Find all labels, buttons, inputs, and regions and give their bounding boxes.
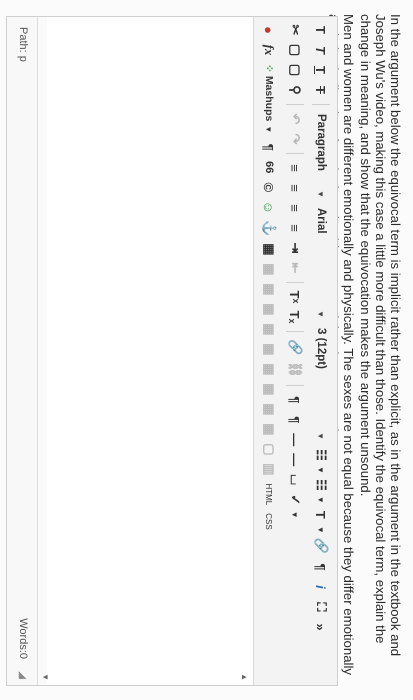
table-icon[interactable]: ▦	[259, 380, 279, 398]
paragraph-icon[interactable]: ¶	[259, 138, 279, 156]
info-icon[interactable]: i	[311, 578, 331, 596]
chevron-down-icon[interactable]: ▼	[317, 496, 326, 504]
table-icon[interactable]: ▦	[259, 260, 279, 278]
scroll-up-arrow-icon[interactable]: ▲	[240, 673, 249, 681]
copy-icon[interactable]: ▢	[285, 41, 305, 59]
paste-icon[interactable]: ▢	[285, 61, 305, 79]
rotated-page: In the argument below the equivocal term…	[0, 0, 413, 700]
editor-toolbar: T T T T Paragraph ▼ Arial ▼ 3 (12pt) ▼ ☷	[253, 17, 337, 685]
size-select[interactable]: 3 (12pt) ▼	[311, 324, 331, 444]
separator	[312, 104, 330, 105]
indent-icon[interactable]: ⇥	[285, 239, 305, 257]
align-right-icon[interactable]: ≡	[285, 199, 305, 217]
size-select-value: 3 (12pt)	[315, 328, 327, 369]
element-path: Path: p	[17, 27, 29, 62]
table-icon[interactable]: ▦	[259, 280, 279, 298]
subscript-icon[interactable]: Tₓ	[285, 308, 305, 326]
link-icon[interactable]: 🔗	[311, 536, 331, 556]
css-button[interactable]: CSS	[265, 510, 274, 532]
toolbar-row-2: ✂ ▢ ▢ ⚲ ↶ ↷ ≡ ≡ ≡ ≡ ⇥ ⇤ Tˣ Tₓ 🔗 ⛓ ¶ ¶ — …	[282, 21, 308, 681]
anchor-icon[interactable]: ⚓	[259, 218, 279, 238]
horizontal-rule-icon[interactable]: —	[285, 431, 305, 449]
text-color-icon[interactable]: T	[311, 506, 331, 524]
record-icon[interactable]: ●	[259, 21, 279, 39]
formula-icon[interactable]: fx	[259, 41, 279, 59]
font-select-value: Arial	[315, 208, 327, 234]
chevron-down-icon: ▼	[316, 432, 326, 440]
collapse-toolbar-icon[interactable]: »	[311, 618, 331, 636]
chevron-down-icon[interactable]: ▼	[291, 511, 300, 519]
emoji-icon[interactable]: ☺	[259, 198, 279, 216]
separator	[286, 153, 304, 154]
separator	[286, 331, 304, 332]
spellcheck-icon[interactable]: ✓	[285, 491, 305, 509]
italic-button[interactable]: T	[311, 41, 331, 59]
html-button[interactable]: HTML	[265, 480, 274, 508]
strikethrough-button[interactable]: T	[311, 81, 331, 99]
editor-statusbar: Path: p Words:0 ◢	[7, 17, 38, 685]
unlink-icon[interactable]: ⛓	[285, 359, 305, 380]
chevron-down-icon: ▼	[316, 190, 326, 198]
underline-button[interactable]: T	[311, 61, 331, 79]
bullet-list-icon[interactable]: ☷	[311, 446, 331, 464]
word-count: Words:0	[17, 618, 29, 659]
horizontal-line-icon[interactable]: —	[285, 451, 305, 469]
question-paragraph-1: In the argument below the equivocal term…	[358, 14, 403, 657]
redo-icon[interactable]: ↷	[285, 130, 305, 148]
format-select[interactable]: Paragraph ▼	[311, 110, 331, 202]
scroll-down-arrow-icon[interactable]: ▼	[41, 673, 50, 681]
toolbar-row-3: ● fx ⁘ Mashups ▼ ¶ 66 © ☺ ⚓ ▦ ▦ ▦ ▦ ▦ ▦ …	[256, 21, 282, 681]
copyright-icon[interactable]: ©	[259, 178, 279, 196]
bold-button[interactable]: T	[311, 21, 331, 39]
table-icon[interactable]: ▦	[259, 340, 279, 358]
nonbreaking-space-icon[interactable]: ⌴	[285, 471, 305, 489]
chevron-down-icon: ▼	[316, 310, 326, 318]
rich-text-editor: T T T T Paragraph ▼ Arial ▼ 3 (12pt) ▼ ☷	[6, 16, 338, 686]
table-icon[interactable]: ▦	[259, 360, 279, 378]
cut-icon[interactable]: ✂	[285, 21, 305, 39]
justify-icon[interactable]: ≡	[285, 219, 305, 237]
find-icon[interactable]: ⚲	[285, 81, 305, 99]
mashups-label: Mashups	[263, 75, 275, 122]
resize-grip-icon[interactable]: ◢	[17, 671, 28, 679]
frame-icon[interactable]: ▥	[259, 460, 279, 478]
rtl-icon[interactable]: ¶	[285, 411, 305, 429]
paragraph-mark-icon[interactable]: ¶	[311, 558, 331, 576]
format-select-value: Paragraph	[315, 114, 327, 171]
mashups-icon: ⁘	[263, 64, 275, 73]
font-select[interactable]: Arial ▼	[311, 204, 331, 322]
toolbar-row-1: T T T T Paragraph ▼ Arial ▼ 3 (12pt) ▼ ☷	[308, 21, 334, 681]
insert-link-icon[interactable]: 🔗	[285, 337, 305, 357]
chevron-down-icon[interactable]: ▼	[317, 526, 326, 534]
undo-icon[interactable]: ↶	[285, 110, 305, 128]
separator	[286, 282, 304, 283]
chevron-down-icon: ▼	[264, 125, 274, 134]
separator	[286, 104, 304, 105]
table-icon[interactable]: ▦	[259, 420, 279, 438]
table-icon[interactable]: ▦	[259, 320, 279, 338]
align-left-icon[interactable]: ≡	[285, 159, 305, 177]
chevron-down-icon[interactable]: ▼	[317, 466, 326, 474]
mashups-button[interactable]: ⁘ Mashups ▼	[263, 61, 275, 136]
box-icon[interactable]: ▢	[259, 440, 279, 458]
align-center-icon[interactable]: ≡	[285, 179, 305, 197]
separator	[286, 384, 304, 386]
insert-table-icon[interactable]: ▦	[259, 240, 279, 258]
ltr-icon[interactable]: ¶	[285, 391, 305, 409]
expand-icon[interactable]: ⛶	[311, 598, 331, 616]
outdent-icon[interactable]: ⇤	[285, 259, 305, 277]
blockquote-icon[interactable]: 66	[259, 158, 279, 176]
superscript-icon[interactable]: Tˣ	[285, 288, 305, 306]
table-icon[interactable]: ▦	[259, 300, 279, 318]
table-icon[interactable]: ▦	[259, 400, 279, 418]
numbered-list-icon[interactable]: ☷	[311, 476, 331, 494]
editor-content-area[interactable]	[47, 17, 253, 685]
